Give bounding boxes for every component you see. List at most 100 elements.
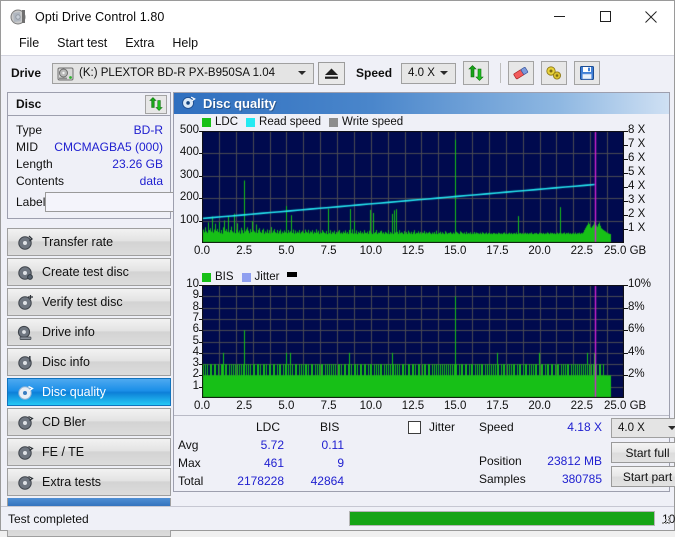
y2-tick-mark (624, 159, 628, 160)
y-tick-label: 5 (192, 334, 199, 347)
y-tick-label: 8 (192, 300, 199, 313)
y-tick-mark (199, 198, 202, 199)
sidebar-item-disc-info[interactable]: Disc info (7, 348, 171, 376)
disc-panel-header: Disc (8, 93, 170, 116)
refresh-icon (149, 97, 163, 111)
jitter-checkbox[interactable] (408, 421, 421, 434)
y-tick-mark (199, 221, 202, 222)
start-full-button[interactable]: Start full (611, 442, 675, 463)
menu-file[interactable]: File (10, 34, 48, 53)
drive-select[interactable]: (K:) PLEXTOR BD-R PX-B950SA 1.04 (52, 62, 315, 84)
y-tick-label: 6 (192, 323, 199, 336)
speed-label: Speed (356, 66, 393, 80)
sidebar-label: FE / TE (42, 445, 85, 459)
ldc-legend-swatch (202, 117, 211, 127)
sidebar-item-create-test-disc[interactable]: Create test disc (7, 258, 171, 286)
disc-test-icon (17, 234, 34, 251)
y2-tick-label: 2% (628, 368, 645, 381)
disc-label-key: Label (16, 195, 46, 209)
start-part-button[interactable]: Start part (611, 466, 675, 487)
sidebar-item-verify-test-disc[interactable]: Verify test disc (7, 288, 171, 316)
x-tick-label: 25.0 GB (604, 400, 647, 412)
minimize-button[interactable] (536, 1, 582, 32)
write-speed-legend-label: Write speed (342, 116, 404, 128)
y2-tick-mark (624, 145, 628, 146)
y-tick-label: 500 (179, 124, 199, 136)
test-speed-select[interactable]: 4.0 X (611, 418, 675, 438)
disc-key-mid: MID (16, 139, 38, 154)
x-tick-label: 7.5 (320, 400, 337, 412)
x-tick-label: 5.0 (278, 245, 295, 257)
menu-bar: File Start test Extra Help (1, 32, 674, 55)
info-value-speed: 4.18 X (567, 420, 602, 434)
save-button[interactable] (574, 61, 601, 85)
menu-extra[interactable]: Extra (116, 34, 163, 53)
sidebar-label: Extra tests (42, 475, 102, 489)
read-speed-legend-swatch (246, 117, 256, 127)
y2-tick-mark (624, 330, 628, 331)
y2-tick-label: 2 X (628, 208, 646, 220)
stats-row-header-avg: Avg (178, 438, 199, 452)
sidebar-item-cd-bler[interactable]: CD Bler (7, 408, 171, 436)
sidebar-item-transfer-rate[interactable]: Transfer rate (7, 228, 171, 256)
jitter-legend-swatch (241, 272, 251, 282)
x-tick-label: 22.5 (570, 400, 593, 412)
y2-tick-label: 8 X (628, 124, 646, 136)
disc-row-type: Type BD-R (16, 121, 163, 138)
status-bar: Test completed 100.0% 31:19 (1, 506, 675, 530)
ldc-legend: LDC Read speed Write speed (202, 116, 403, 128)
sidebar-item-disc-quality[interactable]: Disc quality (7, 378, 171, 406)
menu-start-test[interactable]: Start test (48, 34, 116, 53)
sidebar-item-extra-tests[interactable]: Extra tests (7, 468, 171, 496)
disc-extra-icon (17, 474, 34, 491)
disc-value-length: 23.26 GB (112, 156, 163, 171)
chevron-down-icon (298, 71, 307, 75)
y2-tick-label: 4 X (628, 180, 646, 192)
floppy-save-icon (580, 66, 595, 80)
disc-quality-icon (17, 384, 34, 401)
stats-ldc-max: 461 (263, 456, 284, 470)
disc-burn-icon (17, 264, 34, 281)
disc-refresh-button[interactable] (145, 94, 167, 114)
disc-row-length: Length 23.26 GB (16, 155, 163, 172)
y-tick-mark (199, 176, 202, 177)
eraser-icon (513, 67, 529, 80)
refresh-icon (468, 65, 484, 81)
y-tick-mark (199, 342, 202, 343)
y2-tick-mark (624, 173, 628, 174)
refresh-button[interactable] (463, 61, 490, 85)
erase-button[interactable] (508, 61, 535, 85)
y2-tick-label: 10% (628, 278, 652, 290)
stats-col-header-bis: BIS (320, 420, 340, 434)
stats-ldc-avg: 5.72 (260, 438, 284, 452)
ldc-plot-canvas (202, 131, 624, 243)
resize-grip-icon[interactable] (660, 514, 671, 528)
sidebar-label: Verify test disc (42, 295, 123, 309)
progress-bar (349, 511, 655, 526)
speed-select[interactable]: 4.0 X (401, 62, 457, 84)
x-tick-label: 2.5 (236, 400, 253, 412)
y2-tick-label: 3 X (628, 194, 646, 206)
stats-bis-max: 9 (337, 456, 344, 470)
content-header: Disc quality (174, 93, 669, 114)
menu-help[interactable]: Help (163, 34, 207, 53)
sidebar-item-drive-info[interactable]: Drive info (7, 318, 171, 346)
disc-bler-icon (17, 414, 34, 431)
x-tick-label: 25.0 GB (604, 245, 647, 257)
settings-button[interactable] (541, 61, 568, 85)
disc-verify-icon (17, 294, 34, 311)
maximize-button[interactable] (582, 1, 628, 32)
jitter-legend-label: Jitter (254, 271, 280, 283)
eject-button[interactable] (318, 61, 346, 85)
info-value-position: 23812 MB (547, 454, 602, 468)
y-tick-label: 400 (179, 146, 199, 159)
info-value-samples: 380785 (561, 472, 602, 486)
close-button[interactable] (628, 1, 674, 32)
sidebar-item-fe-te[interactable]: FE / TE (7, 438, 171, 466)
y-tick-mark (199, 319, 202, 320)
y2-tick-mark (624, 215, 628, 216)
disc-panel-body: Type BD-R MID CMCMAGBA5 (000) Length 23.… (8, 116, 250, 218)
y2-tick-label: 4% (628, 345, 645, 358)
sidebar-label: Disc quality (42, 385, 106, 399)
y2-tick-label: 5 X (628, 166, 646, 178)
